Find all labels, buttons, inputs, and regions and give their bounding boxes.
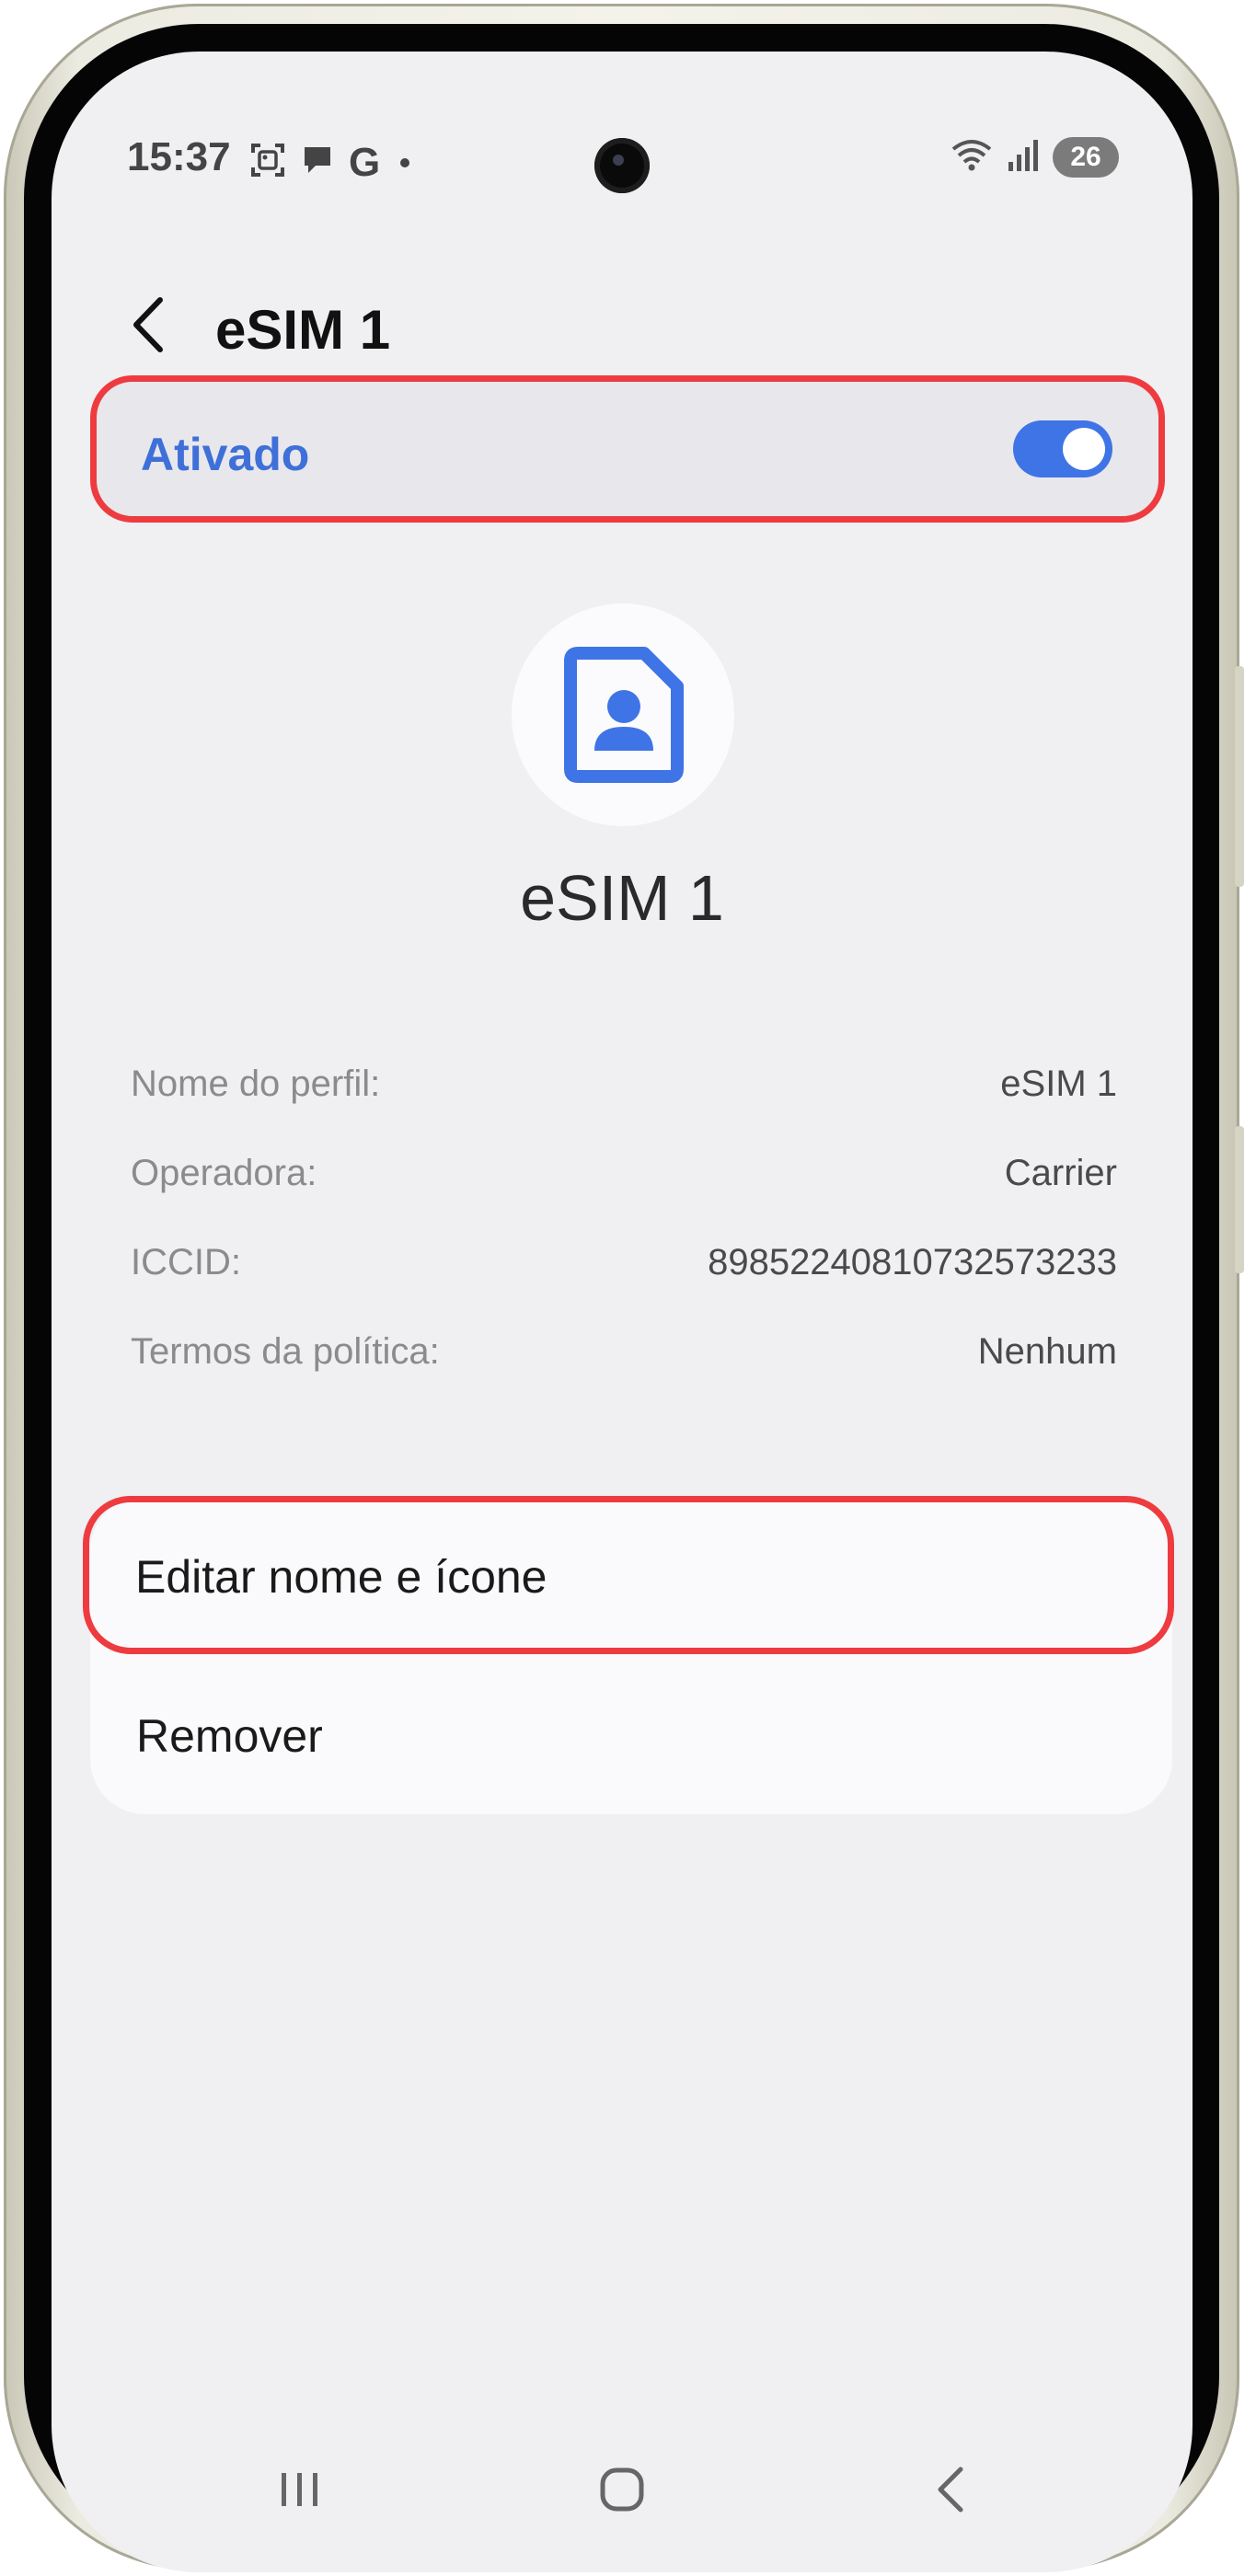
recents-icon[interactable] xyxy=(272,2462,328,2522)
info-label: Nome do perfil: xyxy=(131,1064,381,1104)
edit-name-icon-button[interactable]: Editar nome e ícone xyxy=(83,1496,1174,1654)
info-label: Termos da política: xyxy=(131,1331,440,1372)
status-time: 15:37 xyxy=(127,134,231,179)
chat-bubble-icon xyxy=(299,142,336,183)
info-value: Carrier xyxy=(1004,1153,1117,1193)
profile-info: Nome do perfil: eSIM 1 Operadora: Carrie… xyxy=(131,1064,1117,1420)
info-value: Nenhum xyxy=(977,1331,1117,1372)
power-button xyxy=(1235,1126,1244,1273)
dot-icon xyxy=(400,157,410,167)
info-row-policy: Termos da política: Nenhum xyxy=(131,1331,1117,1420)
actions-card: Editar nome e ícone Remover xyxy=(83,1496,1174,1814)
volume-button xyxy=(1235,666,1244,887)
info-row-iccid: ICCID: 89852240810732573233 xyxy=(131,1242,1117,1331)
iccid-value: 89852240810732573233 xyxy=(708,1242,1117,1282)
remove-button[interactable]: Remover xyxy=(90,1654,1172,1814)
page-title: eSIM 1 xyxy=(215,299,391,361)
info-label: ICCID: xyxy=(131,1242,241,1282)
sim-contact-icon xyxy=(564,647,684,783)
info-row-profile-name: Nome do perfil: eSIM 1 xyxy=(131,1064,1117,1153)
toggle-label: Ativado xyxy=(141,429,310,480)
edit-name-icon-label: Editar nome e ícone xyxy=(135,1551,547,1603)
profile-name: eSIM 1 xyxy=(520,862,724,934)
esim-toggle-row[interactable]: Ativado xyxy=(90,375,1165,523)
info-row-carrier: Operadora: Carrier xyxy=(131,1153,1117,1242)
screenshot-icon xyxy=(249,142,286,183)
remove-label: Remover xyxy=(136,1710,323,1762)
profile-avatar xyxy=(512,604,734,826)
notification-icons: G xyxy=(249,139,410,185)
status-bar: 15:37 G 26 xyxy=(52,52,1193,193)
toggle-knob xyxy=(1063,428,1105,470)
toggle-switch[interactable] xyxy=(1013,420,1112,477)
battery-indicator: 26 xyxy=(1053,136,1119,178)
front-camera xyxy=(594,138,650,193)
info-label: Operadora: xyxy=(131,1153,317,1193)
signal-icon xyxy=(1007,136,1040,178)
system-status-icons: 26 xyxy=(950,136,1119,178)
screen: 15:37 G 26 eSIM 1 Ativado eSIM 1 Nome do… xyxy=(52,52,1193,2572)
back-arrow-icon[interactable] xyxy=(123,293,179,357)
google-icon: G xyxy=(349,139,381,185)
wifi-icon xyxy=(950,136,994,178)
navigation-bar xyxy=(52,2462,1193,2572)
app-header: eSIM 1 xyxy=(52,272,1193,383)
info-value: eSIM 1 xyxy=(1000,1064,1117,1104)
home-icon[interactable] xyxy=(594,2462,650,2522)
nav-back-icon[interactable] xyxy=(926,2462,981,2522)
